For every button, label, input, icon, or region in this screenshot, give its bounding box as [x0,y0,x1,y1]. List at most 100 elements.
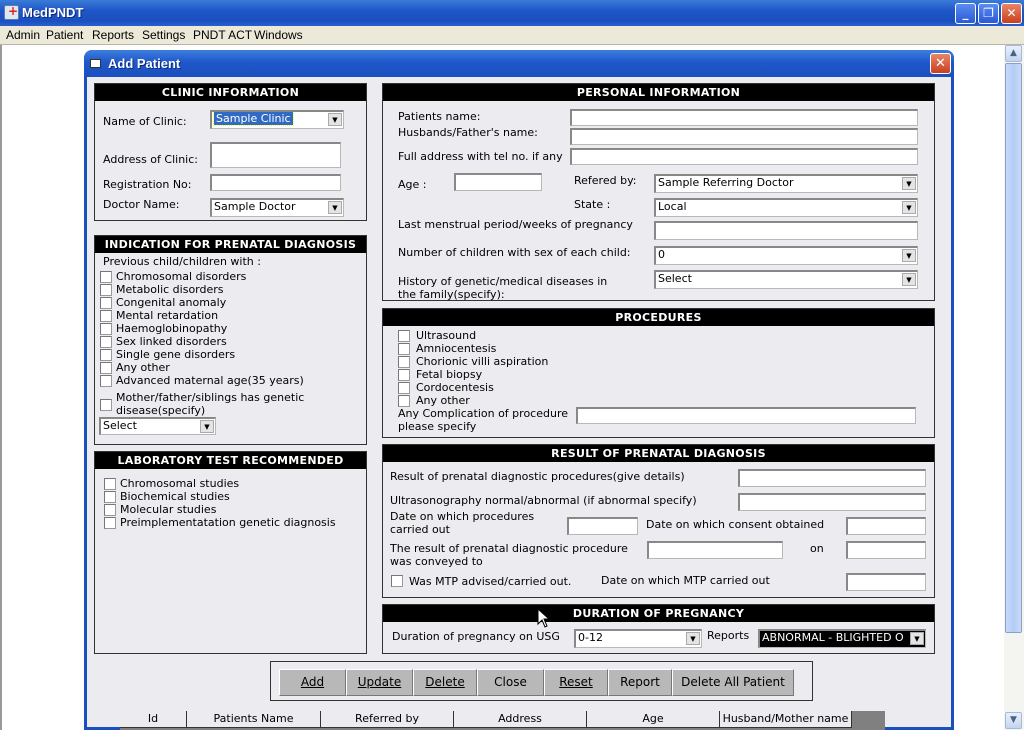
column-header-patient-name[interactable]: Patients Name [187,711,321,728]
close-app-button[interactable]: ✕ [1001,3,1022,24]
procedure-item-label: Amniocentesis [416,342,497,355]
add-button[interactable]: Add [279,669,346,696]
indication-item-checkbox[interactable] [100,375,112,387]
menu-settings[interactable]: Settings [142,28,185,42]
history-select[interactable]: Select ▼ [654,270,918,289]
procedure-item-checkbox[interactable] [398,330,410,342]
chevron-down-icon[interactable]: ▼ [902,273,916,286]
indication-item-checkbox[interactable] [100,310,112,322]
husband-name-label: Husbands/Father's name: [398,126,538,139]
procedure-date-label-2: carried out [390,523,450,536]
clinic-information-panel: CLINIC INFORMATION Name of Clinic: Sampl… [94,83,367,221]
chevron-down-icon[interactable]: ▼ [902,177,916,190]
patient-grid[interactable]: Id Patients Name Referred by Address Age… [120,711,885,730]
report-button[interactable]: Report [608,669,672,696]
column-header-referred-by[interactable]: Referred by [321,711,454,728]
column-header-age[interactable]: Age [587,711,720,728]
clinic-address-input[interactable] [210,142,341,168]
update-button[interactable]: Update [346,669,413,696]
chevron-down-icon[interactable]: ▼ [902,201,916,214]
procedure-item-checkbox[interactable] [398,382,410,394]
menu-admin[interactable]: Admin [6,28,40,42]
indication-item-checkbox[interactable] [100,362,112,374]
reports-select[interactable]: ABNORMAL - BLIGHTED O ▼ [758,629,926,648]
usg-result-input[interactable] [738,493,926,511]
chevron-down-icon[interactable]: ▼ [328,201,342,214]
scroll-thumb[interactable] [1005,63,1022,633]
state-select[interactable]: Local ▼ [654,198,918,217]
close-button[interactable]: Close [477,669,544,696]
conveyed-to-label: The result of prenatal diagnostic proced… [390,542,628,555]
indication-item-checkbox[interactable] [100,284,112,296]
restore-button[interactable]: ❐ [978,3,999,24]
genetic-disease-select[interactable]: Select ▼ [99,417,216,435]
indication-item-checkbox[interactable] [100,336,112,348]
column-header-address[interactable]: Address [454,711,587,728]
window-icon [90,59,101,68]
conveyed-to-input[interactable] [647,541,783,559]
chevron-down-icon[interactable]: ▼ [200,420,214,433]
consent-date-input[interactable] [846,517,926,535]
panel-header: INDICATION FOR PRENATAL DIAGNOSIS [95,236,366,253]
chevron-down-icon[interactable]: ▼ [902,249,916,262]
complication-input[interactable] [576,407,916,424]
lab-test-item-checkbox[interactable] [104,504,116,516]
menu-pndt-act[interactable]: PNDT ACT [193,28,252,42]
full-address-input[interactable] [570,148,918,165]
menu-windows[interactable]: Windows [254,28,303,42]
patient-name-input[interactable] [570,109,918,126]
procedure-item-label: Cordocentesis [416,381,494,394]
usg-result-label: Ultrasonography normal/abnormal (if abno… [390,494,697,507]
menu-reports[interactable]: Reports [92,28,134,42]
conveyed-on-input[interactable] [846,541,926,559]
procedure-item-checkbox[interactable] [398,343,410,355]
clinic-name-select[interactable]: Sample Clinic ▼ [210,110,344,129]
vertical-scrollbar[interactable]: ▲ ▼ [1004,45,1024,730]
reset-button[interactable]: Reset [544,669,608,696]
procedure-date-input[interactable] [567,517,638,535]
close-dialog-button[interactable]: ✕ [930,53,951,74]
menu-patient[interactable]: Patient [46,28,83,42]
chevron-down-icon[interactable]: ▼ [328,113,342,126]
duration-usg-select[interactable]: 0-12 ▼ [574,629,702,648]
procedure-item-checkbox[interactable] [398,369,410,381]
children-count-select[interactable]: 0 ▼ [654,246,918,265]
delete-all-patient-button[interactable]: Delete All Patient [672,669,794,696]
husband-name-input[interactable] [570,128,918,145]
result-details-input[interactable] [738,469,926,487]
selected-value: Local [658,200,687,213]
doctor-name-select[interactable]: Sample Doctor ▼ [210,198,344,217]
complication-label: Any Complication of procedure [398,407,568,420]
panel-header: RESULT OF PRENATAL DIAGNOSIS [383,445,934,462]
indication-item-checkbox[interactable] [100,349,112,361]
column-header-husband-mother-name[interactable]: Husband/Mother name [720,711,852,728]
lab-test-item-checkbox[interactable] [104,517,116,529]
delete-button[interactable]: Delete [413,669,477,696]
indication-item-checkbox[interactable] [100,297,112,309]
complication-label-2: please specify [398,420,477,433]
procedure-item-checkbox[interactable] [398,356,410,368]
panel-header: PROCEDURES [383,309,934,326]
procedure-item-checkbox[interactable] [398,395,410,407]
scroll-down-button[interactable]: ▼ [1005,712,1022,729]
chevron-down-icon[interactable]: ▼ [686,632,700,645]
column-header-id[interactable]: Id [120,711,187,728]
registration-no-label: Registration No: [103,178,192,191]
lmp-input[interactable] [654,221,918,240]
mtp-checkbox[interactable] [391,575,403,587]
lab-test-item-label: Biochemical studies [120,490,230,503]
indication-item-checkbox[interactable] [100,271,112,283]
mtp-date-input[interactable] [846,573,926,591]
minimize-button[interactable]: _ [955,3,976,24]
history-label-2: the family(specify): [398,288,505,301]
lab-test-item-checkbox[interactable] [104,478,116,490]
chevron-down-icon[interactable]: ▼ [910,632,924,645]
registration-no-input[interactable] [210,174,341,191]
scroll-up-button[interactable]: ▲ [1005,45,1022,62]
indication-item-checkbox[interactable] [100,323,112,335]
indication-item-label: Advanced maternal age(35 years) [116,374,304,387]
genetic-disease-checkbox[interactable] [100,399,112,411]
referred-by-select[interactable]: Sample Referring Doctor ▼ [654,174,918,193]
age-input[interactable] [454,173,542,191]
lab-test-item-checkbox[interactable] [104,491,116,503]
